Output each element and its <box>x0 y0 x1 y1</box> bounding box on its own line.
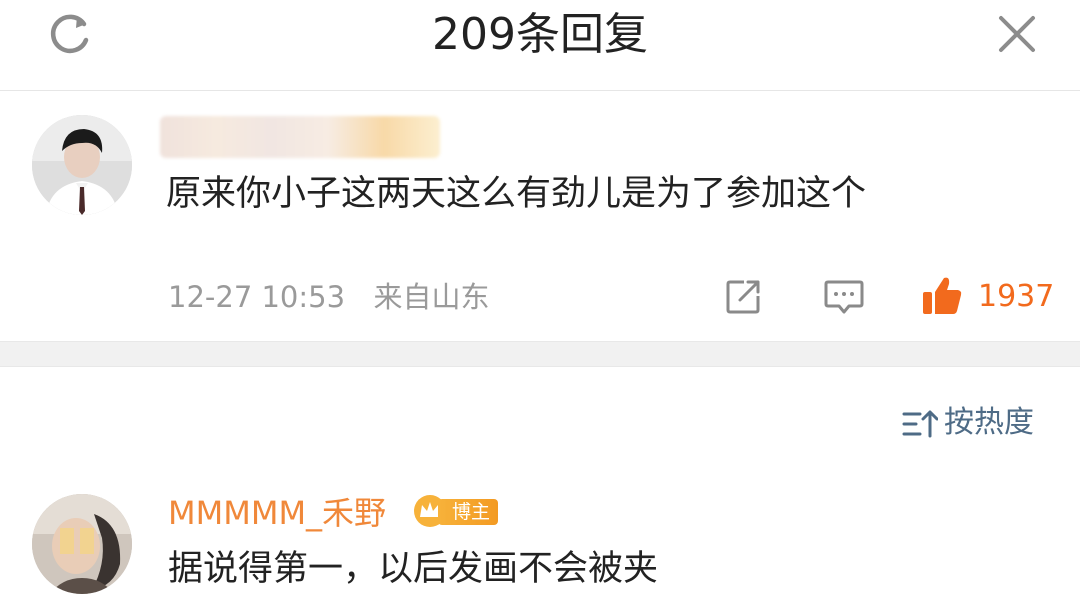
sort-icon <box>902 410 938 438</box>
avatar[interactable] <box>32 115 132 215</box>
comment-meta: 12-27 10:53 来自山东 <box>168 277 490 317</box>
sort-label: 按热度 <box>944 405 1034 440</box>
section-divider <box>0 341 1080 367</box>
comment-icon[interactable] <box>823 278 865 316</box>
badge-label: 博主 <box>438 499 499 525</box>
like-count: 1937 <box>978 279 1055 314</box>
close-icon[interactable] <box>996 13 1038 55</box>
timestamp: 12-27 10:53 <box>168 280 346 314</box>
original-comment: 原来你小子这两天这么有劲儿是为了参加这个 12-27 10:53 来自山东 19… <box>0 91 1080 341</box>
comment-text: 原来你小子这两天这么有劲儿是为了参加这个 <box>166 174 867 214</box>
username-blurred <box>160 116 440 158</box>
reply-text: 据说得第一，以后发画不会被夹 <box>168 549 659 589</box>
share-icon[interactable] <box>724 278 764 316</box>
location: 来自山东 <box>373 280 490 314</box>
header-bar: 209条回复 <box>0 0 1080 91</box>
reply-username[interactable]: MMMMM_禾野 <box>168 490 386 536</box>
page-title: 209条回复 <box>432 9 648 60</box>
avatar[interactable] <box>32 494 132 594</box>
thumbs-up-icon[interactable] <box>920 274 964 318</box>
